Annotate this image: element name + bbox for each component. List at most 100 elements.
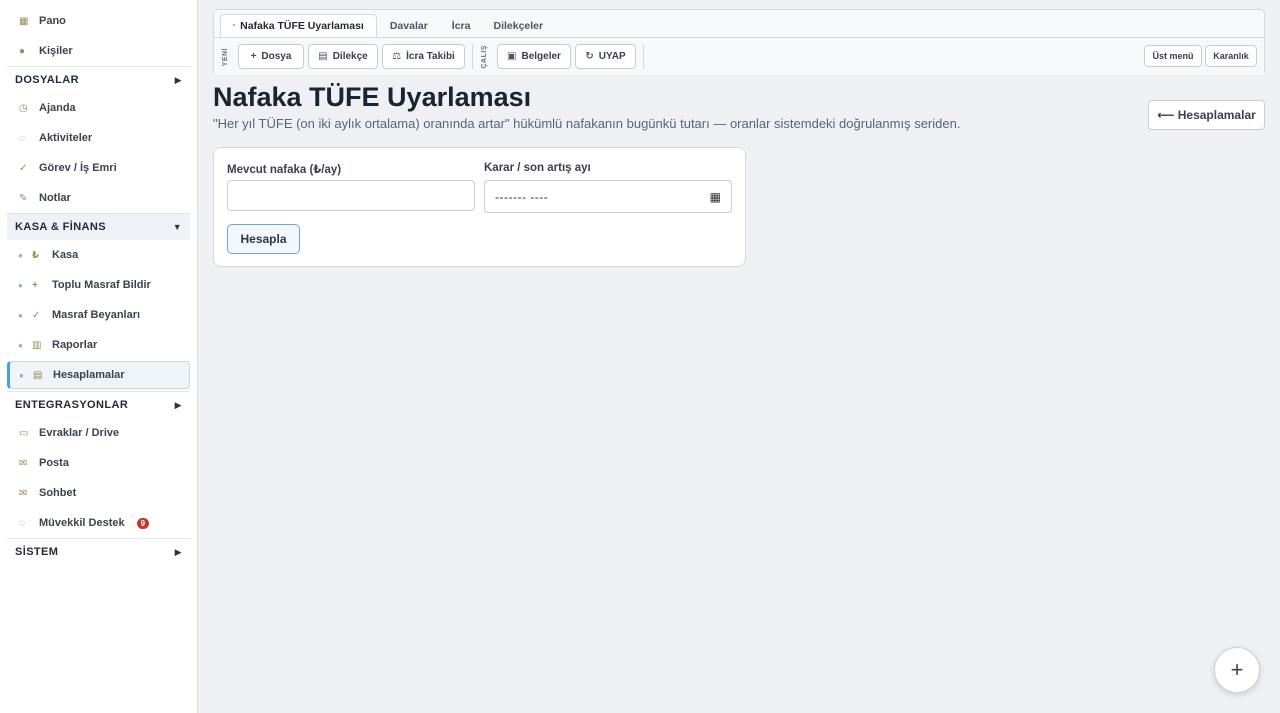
- tab-icra[interactable]: İcra: [441, 14, 482, 37]
- chevron-right-icon: ▶: [174, 74, 182, 85]
- divider: [643, 44, 644, 69]
- sidebar-item-aktiviteler[interactable]: ◌ Aktiviteler: [0, 123, 197, 153]
- section-label: DOSYALAR: [15, 74, 79, 86]
- dark-mode-toggle-button[interactable]: Karanlık: [1205, 45, 1257, 67]
- plus-icon: +: [250, 51, 257, 62]
- chevron-down-icon: ▼: [172, 222, 182, 232]
- tab-label: Dilekçeler: [493, 19, 544, 32]
- sidebar-item-evraklar[interactable]: ▭ Evraklar / Drive: [0, 418, 197, 448]
- sidebar-item-label: Masraf Beyanları: [52, 309, 141, 321]
- tab-label: Nafaka TÜFE Uyarlaması: [240, 20, 364, 32]
- sidebar-item-gorev[interactable]: ✓ Görev / İş Emri: [0, 153, 197, 183]
- tab-davalar[interactable]: Davalar: [377, 14, 441, 37]
- button-label: Dosya: [261, 51, 292, 62]
- bullet-icon: ●: [18, 310, 23, 320]
- hesapla-button[interactable]: Hesapla: [227, 224, 300, 254]
- section-label: ENTEGRASYONLAR: [15, 399, 129, 411]
- yeni-group-label: YENİ: [222, 48, 229, 67]
- chevron-right-icon: ▶: [174, 546, 182, 557]
- tab-label: Davalar: [389, 19, 428, 32]
- calis-group-label: ÇALIŞ: [481, 45, 488, 69]
- sidebar-item-label: Notlar: [39, 192, 71, 204]
- sidebar-item-sohbet[interactable]: ✉ Sohbet: [0, 478, 197, 508]
- main-content: • Nafaka TÜFE Uyarlaması Davalar İcra Di…: [198, 0, 1280, 713]
- chat-icon: ✉: [19, 487, 28, 499]
- button-label: Belgeler: [521, 51, 561, 62]
- sidebar-item-label: Pano: [39, 15, 66, 27]
- section-sistem[interactable]: SİSTEM ▶: [7, 538, 190, 565]
- tab-strip: • Nafaka TÜFE Uyarlaması Davalar İcra Di…: [220, 14, 555, 37]
- new-dosya-button[interactable]: + Dosya: [238, 44, 304, 69]
- mail-icon: ✉: [19, 457, 28, 469]
- sidebar-item-label: Kasa: [52, 249, 79, 261]
- plus-icon: +: [32, 279, 38, 291]
- top-bar: • Nafaka TÜFE Uyarlaması Davalar İcra Di…: [213, 9, 1265, 75]
- input-value: ------- ----: [495, 189, 549, 204]
- belgeler-button[interactable]: ▣ Belgeler: [497, 44, 571, 69]
- sidebar-item-raporlar[interactable]: ● ▥ Raporlar: [0, 330, 197, 360]
- chart-icon: ▥: [32, 339, 42, 351]
- chevron-right-icon: ▶: [174, 399, 182, 410]
- document-icon: ▤: [318, 51, 328, 62]
- uyap-button[interactable]: ↻ UYAP: [575, 44, 636, 69]
- sidebar-item-masraf-beyanlari[interactable]: ● ✓ Masraf Beyanları: [0, 300, 197, 330]
- sidebar-item-pano[interactable]: ▦ Pano: [0, 6, 197, 36]
- top-menu-toggle-button[interactable]: Üst menü: [1144, 45, 1202, 67]
- dashboard-icon: ▦: [19, 15, 29, 27]
- back-to-hesaplamalar-button[interactable]: ⟵ Hesaplamalar: [1148, 100, 1265, 130]
- sidebar-item-label: Müvekkil Destek: [39, 517, 125, 529]
- clock-icon: ◷: [19, 102, 28, 114]
- sidebar-item-hesaplamalar[interactable]: ● ▤ Hesaplamalar: [7, 361, 190, 389]
- tab-dilekceler[interactable]: Dilekçeler: [481, 14, 555, 37]
- tab-label: İcra: [451, 19, 471, 32]
- new-icra-takibi-button[interactable]: ⚖ İcra Takibi: [382, 44, 465, 69]
- section-kasa-finans[interactable]: KASA & FİNANS ▼: [7, 213, 190, 240]
- nafaka-amount-input[interactable]: [227, 180, 475, 211]
- floating-add-button[interactable]: +: [1214, 647, 1260, 693]
- calendar-icon[interactable]: ▦: [710, 190, 721, 204]
- activity-icon: ◌: [19, 132, 25, 144]
- check-icon: ✓: [32, 309, 41, 321]
- sidebar-item-toplu-masraf[interactable]: ● + Toplu Masraf Bildir: [0, 270, 197, 300]
- folder-icon: ▭: [19, 427, 29, 439]
- button-label: Dilekçe: [332, 51, 368, 62]
- sidebar-item-label: Aktiviteler: [39, 132, 93, 144]
- people-icon: ●: [19, 45, 26, 57]
- refresh-icon: ↻: [585, 51, 594, 62]
- karar-month-input[interactable]: ------- ---- ▦: [484, 180, 732, 213]
- sidebar-item-label: Raporlar: [52, 339, 98, 351]
- button-label: UYAP: [598, 51, 626, 62]
- sidebar-item-kisiler[interactable]: ● Kişiler: [0, 36, 197, 66]
- page-subtitle: "Her yıl TÜFE (on iki aylık ortalama) or…: [213, 116, 961, 131]
- bullet-icon: ●: [18, 250, 23, 260]
- nafaka-label: Mevcut nafaka (₺/ay): [227, 164, 342, 176]
- sidebar-item-ajanda[interactable]: ◷ Ajanda: [0, 93, 197, 123]
- bullet-icon: ●: [18, 340, 23, 350]
- section-label: KASA & FİNANS: [15, 221, 106, 233]
- sidebar-item-label: Kişiler: [39, 45, 73, 57]
- tab-nafaka-tufe[interactable]: • Nafaka TÜFE Uyarlaması: [220, 14, 377, 37]
- sidebar-item-notlar[interactable]: ✎ Notlar: [0, 183, 197, 213]
- scales-icon: ⚖: [392, 51, 402, 62]
- form-card: Mevcut nafaka (₺/ay) Karar / son artış a…: [213, 147, 746, 267]
- section-dosyalar[interactable]: DOSYALAR ▶: [7, 66, 190, 93]
- sidebar-item-posta[interactable]: ✉ Posta: [0, 448, 197, 478]
- section-label: SİSTEM: [15, 546, 59, 558]
- sidebar-item-label: Sohbet: [39, 487, 77, 499]
- sidebar-item-kasa[interactable]: ● ₺ Kasa: [0, 240, 197, 270]
- calculator-icon: ▤: [33, 369, 43, 381]
- page-title: Nafaka TÜFE Uyarlaması: [213, 82, 532, 112]
- count-badge: 9: [136, 517, 150, 529]
- karar-label: Karar / son artış ayı: [484, 162, 591, 174]
- new-dilekce-button[interactable]: ▤ Dilekçe: [308, 44, 378, 69]
- divider: [472, 44, 473, 69]
- pin-icon: •: [233, 23, 236, 29]
- button-label: İcra Takibi: [406, 51, 455, 62]
- folder-icon: ▣: [507, 51, 517, 62]
- sidebar: ▦ Pano ● Kişiler DOSYALAR ▶ ◷ Ajanda ◌ A…: [0, 0, 198, 713]
- bullet-icon: ●: [18, 280, 23, 290]
- section-entegrasyonlar[interactable]: ENTEGRASYONLAR ▶: [7, 391, 190, 418]
- speech-bubble-icon: ◌: [19, 517, 25, 529]
- sidebar-item-label: Hesaplamalar: [53, 369, 125, 381]
- sidebar-item-muvekkil-destek[interactable]: ◌ Müvekkil Destek 9: [0, 508, 197, 538]
